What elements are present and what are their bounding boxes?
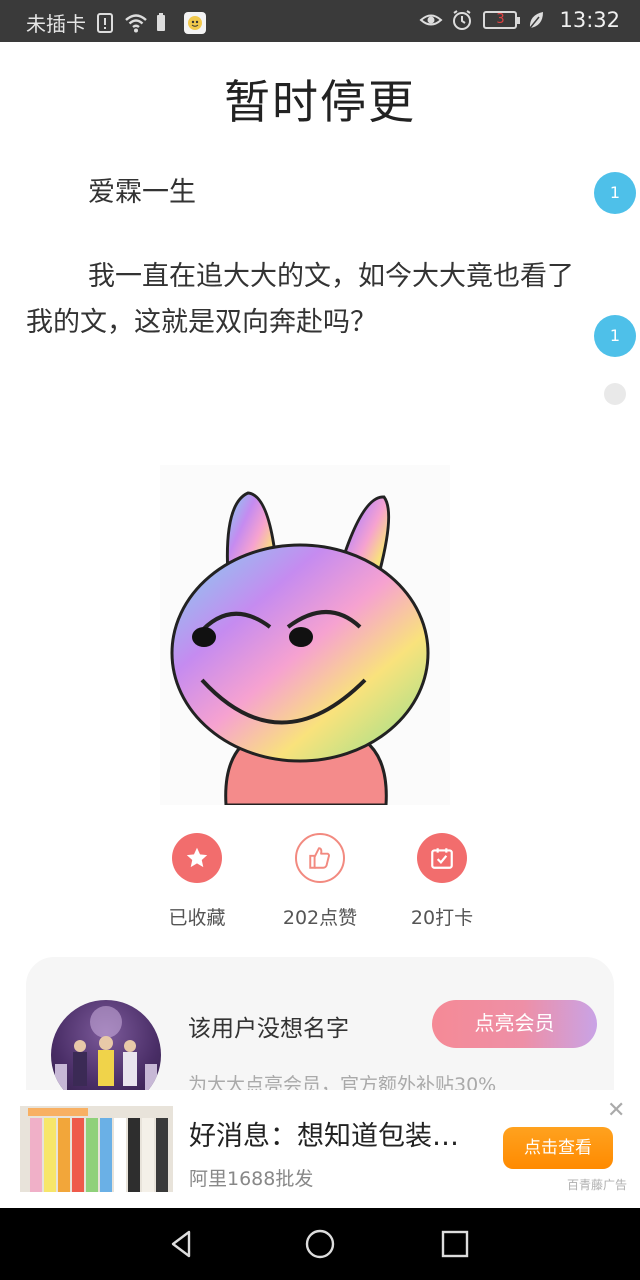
action-row: 已收藏 202点赞 20打卡 xyxy=(0,833,640,943)
ad-title[interactable]: 好消息：想知道包装… xyxy=(189,1114,489,1153)
navigation-bar xyxy=(0,1208,640,1280)
wifi-icon xyxy=(124,12,147,34)
calendar-check-icon xyxy=(417,833,467,883)
alarm-icon xyxy=(451,9,473,31)
favorite-label: 已收藏 xyxy=(168,907,226,929)
checkin-button[interactable]: 20打卡 xyxy=(387,833,497,930)
paragraph-2: 我一直在追大大的文，如今大大竟也看了我的文，这就是双向奔赴吗？ xyxy=(26,261,574,338)
leaf-icon xyxy=(527,9,549,31)
paragraph-comment-badge[interactable]: 1 xyxy=(594,172,636,214)
recents-icon[interactable] xyxy=(437,1226,473,1262)
eye-icon xyxy=(419,9,443,31)
close-icon[interactable]: ✕ xyxy=(607,1100,625,1122)
like-count-label: 202点赞 xyxy=(282,907,358,929)
clock-time: 13:32 xyxy=(559,8,620,32)
member-username: 该用户没想名字 xyxy=(188,1016,349,1042)
thumbs-up-icon xyxy=(295,833,345,883)
paragraph-comment-badge[interactable]: 1 xyxy=(594,315,636,357)
paragraph-1: 爱霖一生 xyxy=(88,177,196,208)
battery-icon: 3 xyxy=(483,11,521,29)
light-member-button[interactable]: 点亮会员 xyxy=(432,1000,597,1048)
favorite-button[interactable]: 已收藏 xyxy=(142,833,252,930)
sticker-image xyxy=(160,465,450,807)
status-bar: 未插卡 3 13:32 xyxy=(0,0,640,42)
ad-view-button[interactable]: 点击查看 xyxy=(503,1127,613,1169)
page-title: 暂时停更 xyxy=(224,75,416,129)
back-icon[interactable] xyxy=(164,1226,200,1262)
ad-thumbnail[interactable] xyxy=(20,1106,173,1192)
paragraph-comment-dot[interactable] xyxy=(604,383,626,405)
sim-alert-icon xyxy=(94,12,116,34)
ad-label: 百青藤广告 xyxy=(567,1178,628,1192)
home-icon[interactable] xyxy=(302,1226,338,1262)
ad-banner[interactable]: 好消息：想知道包装… 阿里1688批发 点击查看 ✕ 百青藤广告 xyxy=(0,1090,640,1208)
star-icon xyxy=(172,833,222,883)
like-button[interactable]: 202点赞 xyxy=(265,833,375,930)
screen: 未插卡 3 13:32 暂时停更 爱霖一生 1 我一直在追大大的文，如今大大竟也… xyxy=(0,0,640,1280)
ad-source: 阿里1688批发 xyxy=(189,1168,314,1190)
checkin-count-label: 20打卡 xyxy=(410,907,474,929)
carrier-text: 未插卡 xyxy=(26,12,86,36)
app-icon xyxy=(184,11,206,34)
battery-saver-icon xyxy=(154,12,176,34)
